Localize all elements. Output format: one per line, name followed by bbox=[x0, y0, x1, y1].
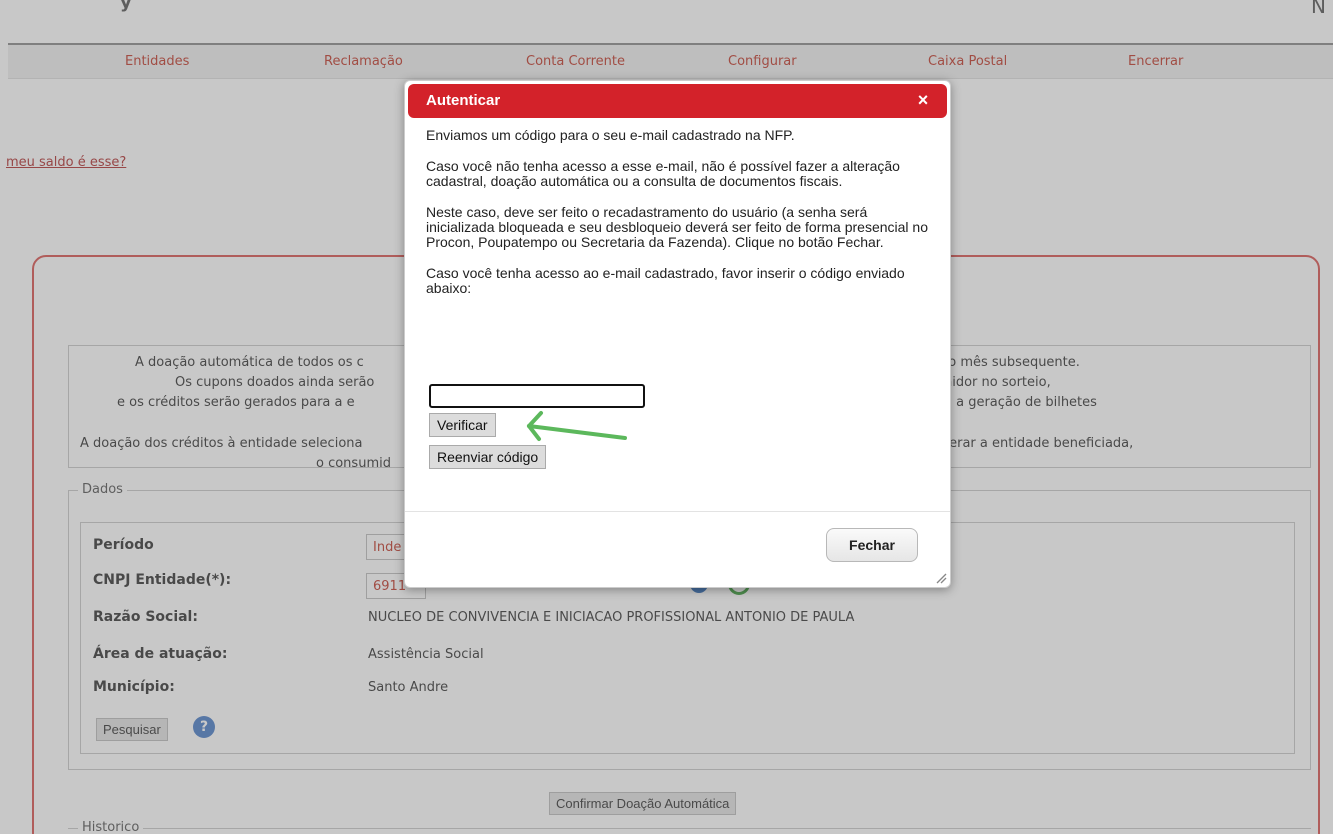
dialog-paragraph-no-access: Caso você não tenha acesso a esse e-mail… bbox=[426, 158, 900, 189]
authenticate-dialog: Autenticar × Enviamos um código para o s… bbox=[404, 80, 951, 588]
dialog-title: Autenticar bbox=[426, 92, 501, 109]
annotation-arrow-icon bbox=[527, 411, 627, 441]
resize-grip-icon[interactable] bbox=[933, 570, 947, 584]
dialog-paragraph-recadastro: Neste caso, deve ser feito o recadastram… bbox=[426, 204, 928, 250]
dialog-body: Enviamos um código para o seu e-mail cad… bbox=[426, 128, 931, 312]
dialog-paragraph-insert-code: Caso você tenha acesso ao e-mail cadastr… bbox=[426, 265, 905, 296]
fechar-button[interactable]: Fechar bbox=[826, 528, 918, 562]
dialog-footer-divider bbox=[405, 511, 950, 512]
dialog-paragraph-sent: Enviamos um código para o seu e-mail cad… bbox=[426, 127, 795, 143]
dialog-header: Autenticar × bbox=[408, 84, 947, 118]
close-icon[interactable]: × bbox=[913, 90, 933, 110]
verificar-button[interactable]: Verificar bbox=[429, 413, 496, 437]
